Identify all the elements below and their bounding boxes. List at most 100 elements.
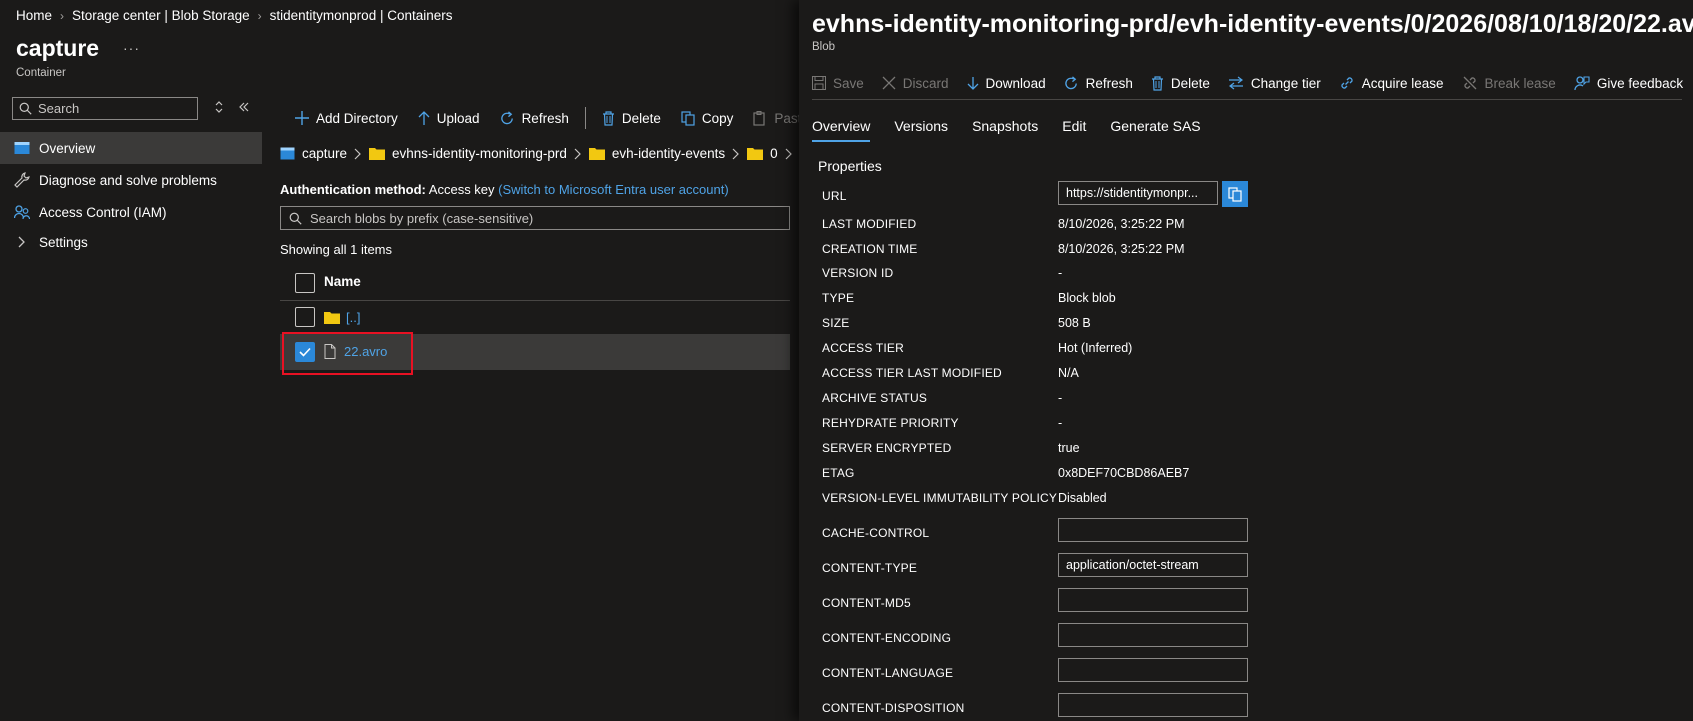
feedback-icon [1574, 75, 1590, 91]
content-md5-field[interactable] [1058, 588, 1248, 612]
property-value: - [1058, 416, 1063, 430]
chevron-right-icon [732, 148, 740, 160]
selection-highlight [282, 332, 413, 375]
save-button[interactable]: Save [812, 71, 871, 95]
expand-icon[interactable] [214, 100, 224, 114]
container-toolbar: Add Directory Upload Refresh Delete Copy… [285, 106, 819, 130]
chevron-right-icon [785, 148, 793, 160]
content-disposition-field[interactable] [1058, 693, 1248, 717]
property-label: CONTENT-TYPE [822, 561, 918, 575]
sidebar-item-label: Access Control (IAM) [39, 204, 167, 220]
property-label: TYPE [822, 291, 855, 305]
sidebar-item-label: Settings [39, 234, 88, 250]
property-label: ARCHIVE STATUS [822, 391, 928, 405]
breadcrumb-storage-center[interactable]: Storage center | Blob Storage [72, 8, 250, 23]
add-directory-button[interactable]: Add Directory [285, 106, 408, 130]
row-checkbox[interactable] [295, 307, 315, 327]
property-value: 8/10/2026, 3:25:22 PM [1058, 217, 1185, 231]
property-label: REHYDRATE PRIORITY [822, 416, 959, 430]
content-encoding-field[interactable] [1058, 623, 1248, 647]
collapse-menu-icon[interactable] [238, 101, 250, 113]
switch-auth-link[interactable]: (Switch to Microsoft Entra user account) [498, 182, 728, 197]
people-icon [14, 204, 30, 220]
property-label: CONTENT-ENCODING [822, 631, 952, 645]
upload-button[interactable]: Upload [408, 106, 490, 130]
trash-icon [1151, 75, 1164, 91]
chevron-right-icon: › [257, 8, 262, 23]
tab-generate-sas[interactable]: Generate SAS [1110, 118, 1200, 142]
blob-search-input[interactable]: Search blobs by prefix (case-sensitive) [280, 206, 790, 230]
refresh-label: Refresh [521, 110, 569, 126]
property-value: Block blob [1058, 291, 1116, 305]
toolbar-divider [584, 107, 586, 129]
content-type-field[interactable]: application/octet-stream [1058, 553, 1248, 577]
tab-versions[interactable]: Versions [894, 118, 948, 142]
wrench-icon [14, 172, 30, 188]
cache-control-field[interactable] [1058, 518, 1248, 542]
path-segment-eventhub[interactable]: evh-identity-events [612, 146, 725, 161]
property-label: SERVER ENCRYPTED [822, 441, 952, 455]
property-label: ACCESS TIER LAST MODIFIED [822, 366, 1002, 380]
chevron-right-icon [354, 148, 362, 160]
path-segment-namespace[interactable]: evhns-identity-monitoring-prd [392, 146, 567, 161]
give-feedback-button[interactable]: Give feedback [1574, 71, 1690, 95]
add-directory-label: Add Directory [316, 110, 398, 126]
tab-edit[interactable]: Edit [1062, 118, 1086, 142]
tab-snapshots[interactable]: Snapshots [972, 118, 1038, 142]
path-segment-container[interactable]: capture [302, 146, 347, 161]
change-tier-button[interactable]: Change tier [1228, 71, 1328, 95]
search-icon [19, 102, 32, 115]
nav-search-placeholder: Search [38, 101, 80, 116]
property-label: SIZE [822, 316, 850, 330]
table-row[interactable]: [..] [280, 300, 790, 335]
nav-search-input[interactable]: Search [12, 97, 198, 120]
property-label: CACHE-CONTROL [822, 526, 930, 540]
path-segment-partition[interactable]: 0 [770, 146, 778, 161]
sidebar-item-access-control[interactable]: Access Control (IAM) [0, 196, 262, 228]
parent-folder-link[interactable]: [..] [346, 310, 360, 325]
column-name-header[interactable]: Name [324, 274, 361, 289]
refresh-button[interactable]: Refresh [490, 106, 579, 130]
property-value: 8/10/2026, 3:25:22 PM [1058, 242, 1185, 256]
save-icon [812, 76, 826, 90]
content-language-field[interactable] [1058, 658, 1248, 682]
sidebar-item-settings[interactable]: Settings [0, 226, 262, 258]
copy-button[interactable]: Copy [671, 106, 744, 130]
sidebar-item-diagnose[interactable]: Diagnose and solve problems [0, 164, 262, 196]
download-label: Download [985, 75, 1046, 91]
property-label: CONTENT-LANGUAGE [822, 666, 954, 680]
upload-label: Upload [436, 110, 480, 126]
blob-search-placeholder: Search blobs by prefix (case-sensitive) [310, 210, 534, 226]
row-name-cell: [..] [324, 310, 360, 325]
table-header: Name [280, 266, 790, 301]
container-icon [280, 147, 295, 160]
discard-button[interactable]: Discard [882, 71, 956, 95]
properties-heading: Properties [818, 158, 882, 174]
acquire-lease-button[interactable]: Acquire lease [1339, 71, 1451, 95]
url-field[interactable]: https://stidentitymonpr... [1058, 181, 1218, 205]
property-value: Disabled [1058, 491, 1107, 505]
delete-label: Delete [621, 110, 661, 126]
sidebar-item-label: Overview [39, 140, 96, 156]
property-value: 508 B [1058, 316, 1091, 330]
download-button[interactable]: Download [967, 71, 1053, 95]
sidebar-item-overview[interactable]: Overview [0, 132, 262, 164]
breadcrumb-containers[interactable]: stidentitymonprod | Containers [270, 8, 453, 23]
more-options-button[interactable]: ··· [123, 40, 140, 56]
select-all-checkbox[interactable] [295, 273, 315, 293]
swap-arrows-icon [1228, 76, 1244, 90]
panel-delete-button[interactable]: Delete [1151, 71, 1217, 95]
refresh-icon [500, 110, 515, 126]
break-lease-button[interactable]: Break lease [1462, 71, 1563, 95]
breadcrumb-home[interactable]: Home [16, 8, 52, 23]
property-value: 0x8DEF70CBD86AEB7 [1058, 466, 1190, 480]
folder-icon [588, 147, 605, 160]
property-value: - [1058, 266, 1063, 280]
delete-button[interactable]: Delete [592, 106, 671, 130]
page-title: capture [16, 35, 100, 61]
copy-url-button[interactable] [1222, 181, 1248, 207]
authentication-method: Authentication method: Access key (Switc… [280, 182, 729, 197]
tab-overview[interactable]: Overview [812, 118, 871, 142]
refresh-icon [1064, 75, 1079, 91]
panel-refresh-button[interactable]: Refresh [1064, 71, 1140, 95]
